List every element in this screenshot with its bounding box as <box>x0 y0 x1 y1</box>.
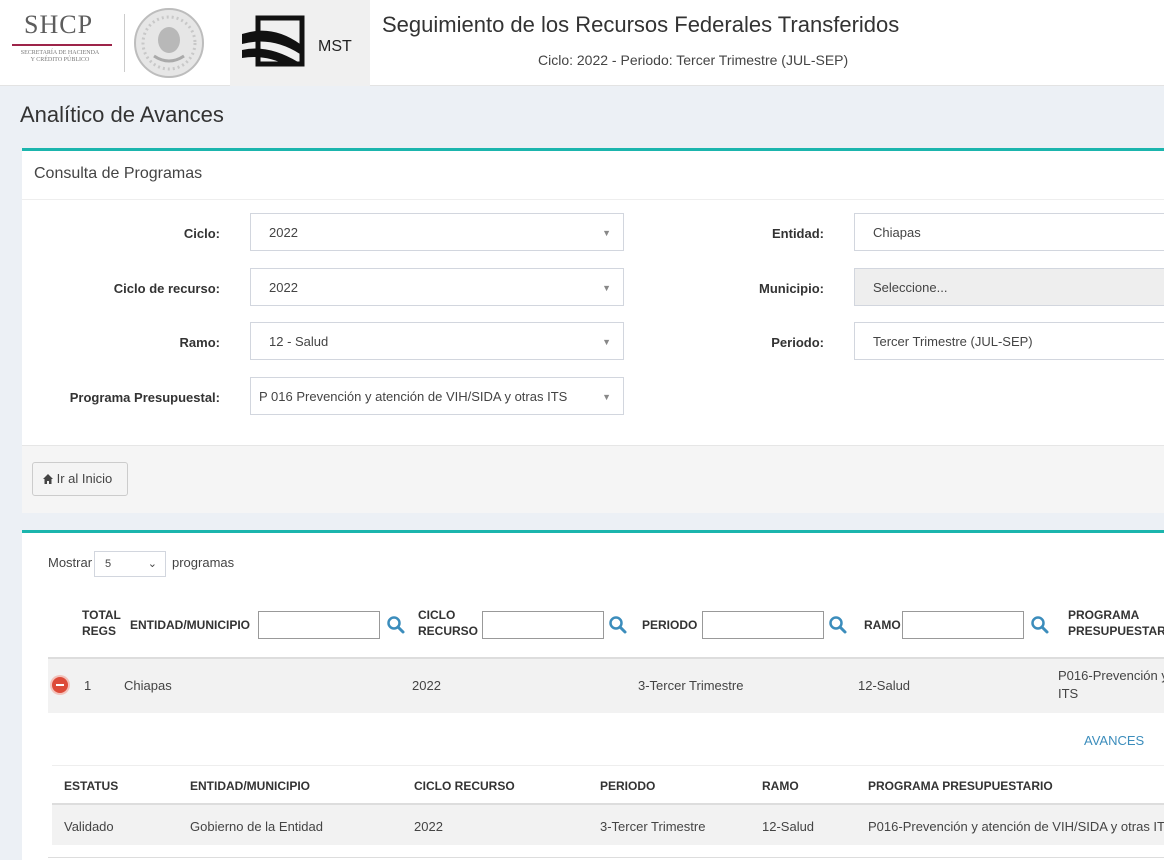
entidad-select[interactable]: Chiapas <box>854 213 1164 251</box>
search-icon[interactable] <box>608 615 628 635</box>
minus-circle-icon[interactable] <box>52 677 68 693</box>
page-length-value: 5 <box>105 558 112 570</box>
programas-label: programas <box>172 555 235 570</box>
periodo-filter-input[interactable] <box>702 611 824 639</box>
sub-col-programa: PROGRAMA PRESUPUESTARIO <box>868 779 1053 793</box>
sub-cell-estatus: Validado <box>64 819 114 834</box>
col-ciclo-line2: RECURSO <box>418 624 479 638</box>
ciclo-filter-input[interactable] <box>482 611 604 639</box>
sub-cell-ramo: 12-Salud <box>762 819 815 834</box>
sub-cell-periodo: 3-Tercer Trimestre <box>600 819 706 834</box>
ramo-value: 12 - Salud <box>269 334 329 349</box>
ramo-label: Ramo: <box>179 335 220 350</box>
consulta-panel: Consulta de Programas Ciclo: 2022 ▼ Cicl… <box>22 148 1164 513</box>
sub-col-ramo: RAMO <box>762 779 799 793</box>
col-programa-line1: PROGRAMA <box>1068 608 1140 622</box>
programa-label: Programa Presupuestal: <box>69 390 220 405</box>
col-ramo: RAMO <box>864 618 901 632</box>
page-header: SHCP SECRETARÍA DE HACIENDA Y CRÉDITO PÚ… <box>0 0 1164 86</box>
ir-al-inicio-button[interactable]: Ir al Inicio <box>32 462 128 496</box>
entidad-filter-input[interactable] <box>258 611 380 639</box>
ciclo-recurso-label: Ciclo de recurso: <box>113 281 220 296</box>
col-periodo: PERIODO <box>642 618 698 632</box>
cell-ramo: 12-Salud <box>858 678 911 693</box>
shcp-sub-line2: Y CRÉDITO PÚBLICO <box>30 57 90 63</box>
shcp-logo-subtitle: SECRETARÍA DE HACIENDA Y CRÉDITO PÚBLICO <box>4 50 116 64</box>
entidad-label: Entidad: <box>772 226 824 241</box>
table-bottom-border <box>48 857 1164 858</box>
col-programa: PROGRAMA PRESUPUESTARIO <box>1068 607 1164 639</box>
cell-programa-line2: ITS <box>1058 686 1079 701</box>
sub-col-estatus: ESTATUS <box>64 779 119 793</box>
panel-footer: Ir al Inicio <box>22 445 1164 513</box>
shcp-logo-text: SHCP <box>24 10 94 39</box>
panel-title: Consulta de Programas <box>34 165 203 182</box>
page-title: Analítico de Avances <box>20 102 224 127</box>
sub-col-periodo: PERIODO <box>600 779 656 793</box>
shcp-logo-bar <box>12 44 112 46</box>
periodo-value: Tercer Trimestre (JUL-SEP) <box>873 334 1033 349</box>
ciclo-select[interactable]: 2022 ▼ <box>250 213 624 251</box>
app-title: Seguimiento de los Recursos Federales Tr… <box>382 12 900 37</box>
col-programa-line2: PRESUPUESTARIO <box>1068 624 1164 638</box>
col-total-line1: TOTAL <box>82 608 121 622</box>
sub-col-ciclo: CICLO RECURSO <box>414 779 515 793</box>
ramo-filter-input[interactable] <box>902 611 1024 639</box>
caret-down-icon: ▼ <box>602 283 611 293</box>
mst-label: MST <box>318 38 352 55</box>
cell-programa: P016-Prevención y ITS <box>1058 667 1164 703</box>
entidad-value: Chiapas <box>873 225 921 240</box>
sub-col-entidad: ENTIDAD/MUNICIPIO <box>190 779 310 793</box>
municipio-value: Seleccione... <box>873 280 948 295</box>
caret-down-icon: ▼ <box>602 228 611 238</box>
programa-value: P 016 Prevención y atención de VIH/SIDA … <box>259 389 568 404</box>
periodo-select[interactable]: Tercer Trimestre (JUL-SEP) <box>854 322 1164 360</box>
panel-divider <box>22 199 1164 200</box>
search-icon[interactable] <box>386 615 406 635</box>
sub-cell-ciclo: 2022 <box>414 819 443 834</box>
cell-entidad: Chiapas <box>124 678 172 693</box>
ir-al-inicio-label: Ir al Inicio <box>56 471 113 486</box>
sub-cell-entidad: Gobierno de la Entidad <box>190 819 323 834</box>
col-ciclo-recurso: CICLO RECURSO <box>418 607 478 639</box>
cell-periodo: 3-Tercer Trimestre <box>638 678 744 693</box>
cell-programa-line1: P016-Prevención y <box>1058 668 1164 683</box>
home-icon <box>43 474 53 484</box>
caret-down-icon: ▼ <box>602 337 611 347</box>
chevron-down-icon: ⌄ <box>147 558 157 570</box>
periodo-label: Periodo: <box>771 335 824 350</box>
ciclo-value: 2022 <box>269 225 298 240</box>
caret-down-icon: ▼ <box>602 392 611 402</box>
search-icon[interactable] <box>828 615 848 635</box>
sub-cell-programa: P016-Prevención y atención de VIH/SIDA y… <box>868 819 1164 834</box>
table-row[interactable]: 1 Chiapas 2022 3-Tercer Trimestre 12-Sal… <box>48 659 1164 713</box>
mostrar-label: Mostrar <box>48 555 93 570</box>
municipio-label: Municipio: <box>759 281 824 296</box>
ciclo-recurso-value: 2022 <box>269 280 298 295</box>
programa-select[interactable]: P 016 Prevención y atención de VIH/SIDA … <box>250 377 624 415</box>
col-ciclo-line1: CICLO <box>418 608 456 622</box>
app-subtitle: Ciclo: 2022 - Periodo: Tercer Trimestre … <box>538 52 849 68</box>
results-panel: Mostrar 5 ⌄ programas TOTAL REGS ENTIDAD… <box>22 530 1164 860</box>
ramo-select[interactable]: 12 - Salud ▼ <box>250 322 624 360</box>
search-icon[interactable] <box>1030 615 1050 635</box>
mst-logo <box>242 15 305 67</box>
municipio-select[interactable]: Seleccione... <box>854 268 1164 306</box>
col-entidad: ENTIDAD/MUNICIPIO <box>130 618 250 632</box>
shcp-sub-line1: SECRETARÍA DE HACIENDA <box>20 50 100 56</box>
avances-link[interactable]: AVANCES <box>1084 733 1144 748</box>
ciclo-recurso-select[interactable]: 2022 ▼ <box>250 268 624 306</box>
page-length-select[interactable]: 5 ⌄ <box>94 551 166 577</box>
logo-divider <box>124 14 125 72</box>
col-total-line2: REGS <box>82 624 117 638</box>
ciclo-label: Ciclo: <box>183 226 220 241</box>
national-seal-icon <box>134 8 204 78</box>
cell-ciclo: 2022 <box>412 678 441 693</box>
cell-total: 1 <box>84 678 92 693</box>
col-total-regs: TOTAL REGS <box>82 607 121 639</box>
